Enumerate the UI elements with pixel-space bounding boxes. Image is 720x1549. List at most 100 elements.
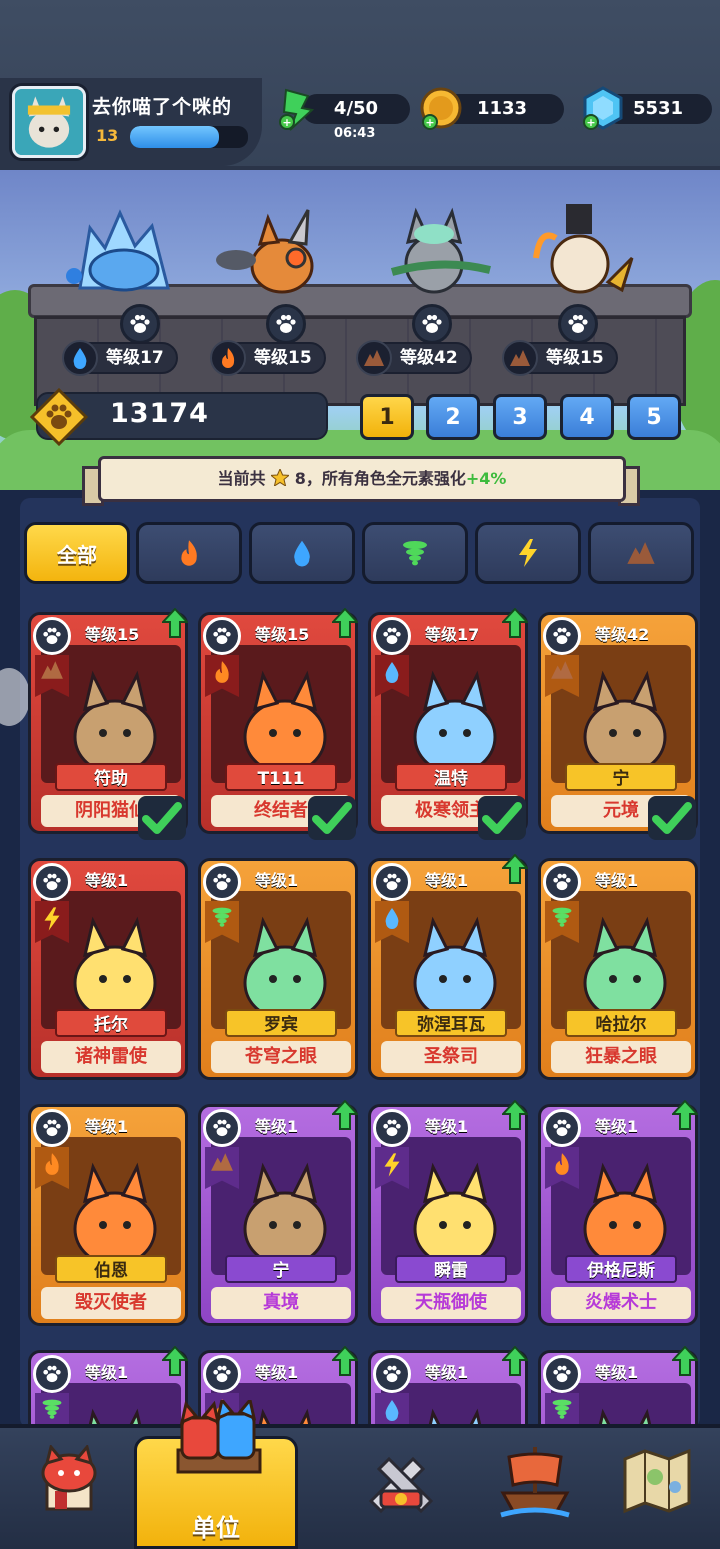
filter-water-button[interactable] bbox=[249, 522, 355, 584]
paw-icon bbox=[383, 1365, 401, 1383]
hero-figure-fuzhu[interactable] bbox=[522, 198, 652, 298]
paw-icon bbox=[276, 314, 296, 333]
lightning-icon bbox=[384, 1153, 400, 1177]
upgrade-arrow-icon bbox=[330, 1345, 360, 1376]
unit-name: T111 bbox=[225, 763, 337, 791]
paw-icon bbox=[553, 627, 571, 645]
team-hero-level-tag: 等级15 bbox=[210, 340, 326, 376]
unit-title: 苍穹之眼 bbox=[211, 1041, 351, 1073]
paw-icon bbox=[43, 873, 61, 891]
unit-name: 瞬雷 bbox=[395, 1255, 507, 1283]
unit-paw-badge bbox=[373, 1109, 411, 1147]
hero-figure-t111[interactable] bbox=[212, 198, 342, 298]
hero-figure-winter[interactable] bbox=[60, 198, 190, 298]
filter-wind-button[interactable] bbox=[362, 522, 468, 584]
unit-name: 符助 bbox=[55, 763, 167, 791]
unit-title: 天瓶御使 bbox=[381, 1287, 521, 1319]
nav-voyage-button[interactable] bbox=[490, 1436, 580, 1526]
team-slot-paw[interactable] bbox=[558, 304, 598, 344]
unit-card[interactable]: 等级1 宁真境 bbox=[198, 1104, 358, 1326]
unit-name: 伯恩 bbox=[55, 1255, 167, 1283]
team-slot-paw[interactable] bbox=[412, 304, 452, 344]
unit-name: 伊格尼斯 bbox=[565, 1255, 677, 1283]
unit-paw-badge bbox=[543, 1355, 581, 1393]
upgrade-arrow-icon bbox=[500, 853, 530, 884]
home-icon bbox=[41, 1445, 97, 1511]
earth-icon bbox=[211, 1153, 233, 1171]
coin-icon[interactable]: + bbox=[418, 86, 464, 132]
team-slot-4-button[interactable]: 4 bbox=[560, 394, 614, 440]
water-icon bbox=[294, 540, 310, 567]
unit-level: 等级1 bbox=[85, 871, 129, 890]
paw-badge-icon bbox=[30, 388, 88, 446]
fire-icon bbox=[181, 540, 197, 566]
earth-icon bbox=[356, 340, 392, 376]
unit-card[interactable]: 等级1 伊格尼斯 炎爆术士 bbox=[538, 1104, 698, 1326]
unit-paw-badge bbox=[373, 1355, 411, 1393]
unit-card[interactable]: 等级1 瞬雷 天瓶御使 bbox=[368, 1104, 528, 1326]
team-slot-1-button[interactable]: 1 bbox=[360, 394, 414, 440]
filter-all-label: 全部 bbox=[57, 542, 97, 567]
unit-name: 托尔 bbox=[55, 1009, 167, 1037]
equipped-check-icon bbox=[478, 796, 526, 840]
svg-text:+: + bbox=[425, 116, 434, 129]
team-stage: 等级17 等级15 等级42 等级15 bbox=[0, 166, 720, 510]
team-hero-level: 等级17 bbox=[106, 348, 164, 368]
unit-paw-badge bbox=[203, 1355, 241, 1393]
unit-paw-badge bbox=[543, 1109, 581, 1147]
unit-paw-badge bbox=[33, 617, 71, 655]
filter-lightning-button[interactable] bbox=[475, 522, 581, 584]
unit-card[interactable]: 等级1 弥涅耳瓦 圣祭司 bbox=[368, 858, 528, 1080]
game-screen: 去你喵了个咪的 13 4/50 + 06:43 1133 + 5531 + 等级… bbox=[0, 0, 720, 1549]
unit-name: 宁 bbox=[565, 763, 677, 791]
unit-paw-badge bbox=[373, 863, 411, 901]
filter-fire-button[interactable] bbox=[136, 522, 242, 584]
team-slot-5-button[interactable]: 5 bbox=[627, 394, 681, 440]
paw-icon bbox=[213, 627, 231, 645]
unit-card[interactable]: 等级1 罗宾 苍穹之眼 bbox=[198, 858, 358, 1080]
paw-icon bbox=[43, 1119, 61, 1137]
team-slot-2-button[interactable]: 2 bbox=[426, 394, 480, 440]
paw-icon bbox=[383, 1119, 401, 1137]
unit-title: 炎爆术士 bbox=[551, 1287, 691, 1319]
team-slot-paw[interactable] bbox=[266, 304, 306, 344]
paw-icon bbox=[568, 314, 588, 333]
unit-level: 等级42 bbox=[595, 625, 650, 644]
gem-icon[interactable]: + bbox=[580, 84, 626, 132]
fire-icon bbox=[210, 340, 246, 376]
nav-home-button[interactable] bbox=[24, 1436, 114, 1526]
equipped-check-icon bbox=[648, 796, 696, 840]
team-hero-level: 等级15 bbox=[546, 348, 604, 368]
paw-icon bbox=[213, 1365, 231, 1383]
hero-figure-ning[interactable] bbox=[372, 198, 502, 298]
filter-earth-button[interactable] bbox=[588, 522, 694, 584]
unit-name: 哈拉尔 bbox=[565, 1009, 677, 1037]
unit-paw-badge bbox=[203, 863, 241, 901]
energy-timer: 06:43 bbox=[334, 126, 376, 141]
player-avatar[interactable] bbox=[12, 86, 86, 158]
team-slot-3-button[interactable]: 3 bbox=[493, 394, 547, 440]
team-slot-paw[interactable] bbox=[120, 304, 160, 344]
energy-icon[interactable]: + bbox=[276, 86, 320, 132]
svg-text:+: + bbox=[586, 116, 595, 129]
nav-map-button[interactable] bbox=[612, 1436, 702, 1526]
team-power-value: 13174 bbox=[110, 398, 209, 429]
banner-star-count: 8 bbox=[294, 469, 306, 488]
unit-paw-badge bbox=[33, 1109, 71, 1147]
wind-icon bbox=[42, 1399, 62, 1419]
filter-all-button[interactable]: 全部 bbox=[24, 522, 130, 584]
unit-name: 宁 bbox=[225, 1255, 337, 1283]
unit-title: 真境 bbox=[211, 1287, 351, 1319]
unit-level: 等级17 bbox=[425, 625, 480, 644]
nav-battle-button[interactable] bbox=[356, 1436, 446, 1526]
unit-card[interactable]: 等级1 托尔 诸神雷使 bbox=[28, 858, 188, 1080]
star-bonus-banner: 当前共 8，所有角色全元素强化+4% bbox=[98, 456, 626, 502]
unit-card[interactable]: 等级1 伯恩 毁灭使者 bbox=[28, 1104, 188, 1326]
fire-icon bbox=[215, 661, 229, 683]
unit-level: 等级1 bbox=[255, 1117, 299, 1136]
unit-card[interactable]: 等级1 哈拉尔 狂暴之眼 bbox=[538, 858, 698, 1080]
unit-title: 圣祭司 bbox=[381, 1041, 521, 1073]
water-icon bbox=[385, 662, 399, 683]
lightning-icon bbox=[519, 539, 537, 567]
paw-icon bbox=[213, 1119, 231, 1137]
